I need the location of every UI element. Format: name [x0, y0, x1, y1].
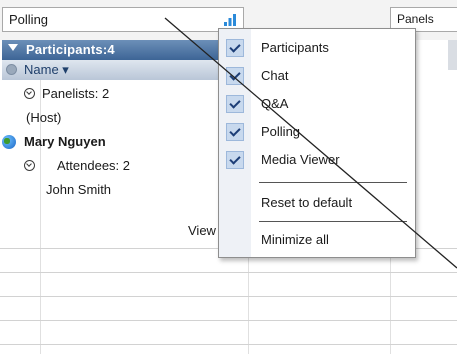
annotation-line [164, 17, 457, 269]
